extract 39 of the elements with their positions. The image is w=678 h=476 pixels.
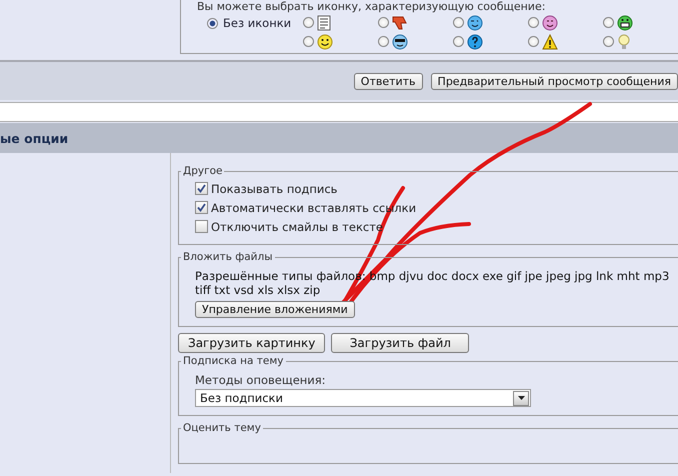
thumb-down-icon [392,14,408,30]
warning-icon [542,34,558,50]
dropdown-icon [513,390,529,406]
winking-face-icon [467,14,483,30]
checkmark-icon [196,202,207,213]
fieldset-legend: Оценить тему [181,422,263,434]
icon-radio[interactable] [603,17,614,28]
grinning-face-icon [617,14,633,30]
document-icon [317,14,331,30]
icon-radio[interactable] [303,17,314,28]
icon-radio[interactable] [603,36,614,47]
section-title: ые опции [0,130,68,146]
smiling-face-icon [542,14,558,30]
question-icon [467,34,483,50]
checkmark-icon [196,183,207,194]
fieldset-legend: Вложить файлы [181,251,275,263]
fieldset-legend: Подписка на тему [181,355,286,367]
allowed-types-text: tiff txt vsd xls xlsx zip [195,283,320,297]
icon-radio[interactable] [453,17,464,28]
upload-button[interactable]: Загрузить картинку [178,333,326,353]
icon-hint: Вы можете выбрать иконку, характеризующую сообщение: [197,0,546,13]
no-icon-radio[interactable]: Без иконки [207,14,303,32]
icon-radio[interactable] [453,36,464,47]
action-button[interactable]: Ответить [354,72,423,90]
icon-radio[interactable] [528,36,539,47]
manage-attachments-button[interactable]: Управление вложениями [195,301,355,318]
icon-radio[interactable] [378,36,389,47]
upload-button[interactable]: Загрузить файл [331,333,470,353]
icon-radio[interactable] [303,36,314,47]
icon-radio[interactable] [528,17,539,28]
option-checkbox[interactable]: Показывать подпись [195,179,338,198]
sunglasses-face-icon [392,34,408,50]
action-button[interactable]: Предварительный просмотр сообщения [430,72,678,90]
notify-label: Методы оповещения: [195,373,326,387]
smiling-face-icon [317,34,333,50]
lightbulb-icon [617,34,631,50]
notify-select[interactable]: Без подписки [195,389,531,407]
fieldset-legend: Другое [181,165,224,177]
icon-radio[interactable] [378,17,389,28]
